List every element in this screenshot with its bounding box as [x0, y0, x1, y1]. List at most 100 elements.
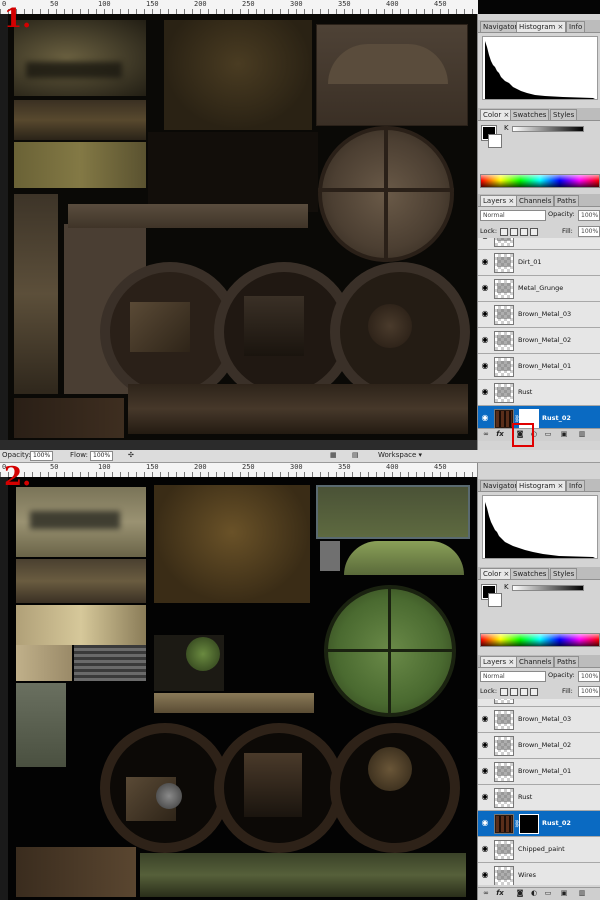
layer-row[interactable]: ◉ Rust — [478, 785, 600, 811]
tab-navigator[interactable]: Navigator — [480, 21, 521, 32]
layer-name: Brown_Metal_02 — [518, 741, 572, 749]
lock-position-button[interactable] — [520, 688, 528, 696]
layer-row-partial[interactable]: ◉ — [478, 699, 600, 707]
tab-info[interactable]: Info — [566, 480, 586, 491]
color-spectrum[interactable] — [480, 174, 600, 188]
tab-styles[interactable]: Styles — [550, 109, 578, 120]
lock-position-button[interactable] — [520, 228, 528, 236]
add-mask-icon[interactable]: ◙ — [516, 890, 524, 897]
layers-footer: ∞ fx ◙ ◐ ▭ ▣ ▥ — [478, 887, 600, 900]
trash-icon[interactable]: ▥ — [578, 431, 586, 438]
lock-all-button[interactable] — [530, 228, 538, 236]
tab-swatches[interactable]: Swatches — [510, 568, 550, 579]
layer-row[interactable]: ◉ Brown_Metal_01 — [478, 759, 600, 785]
k-slider[interactable] — [512, 126, 584, 132]
layer-row[interactable]: ◉ Dirt_01 — [478, 250, 600, 276]
layer-row[interactable]: ◉ Wires — [478, 863, 600, 885]
new-layer-icon[interactable]: ▣ — [560, 890, 568, 897]
tab-histogram[interactable]: Histogram × — [516, 21, 567, 32]
color-spectrum[interactable] — [480, 633, 600, 647]
adjustment-layer-icon[interactable]: ◐ — [530, 890, 538, 897]
histogram-svg — [485, 41, 595, 99]
lock-image-button[interactable] — [510, 228, 518, 236]
lock-transparency-button[interactable] — [500, 228, 508, 236]
eye-icon[interactable]: ◉ — [480, 767, 490, 775]
eye-icon[interactable]: ◉ — [480, 310, 490, 318]
tab-color[interactable]: Color × — [480, 109, 513, 120]
tab-layers[interactable]: Layers × — [480, 656, 518, 667]
fill-field[interactable]: 100% — [578, 686, 600, 697]
fx-icon[interactable]: fx — [496, 431, 504, 438]
airbrush-icon[interactable]: ✣ — [128, 451, 134, 459]
layer-row[interactable]: ◉ Chipped_paint — [478, 837, 600, 863]
screen-mode-icon[interactable]: ▦ — [330, 451, 337, 459]
brush-flow-field[interactable]: 100% — [90, 451, 114, 461]
layer-row[interactable]: ◉ Brown_Metal_02 — [478, 733, 600, 759]
tab-layers[interactable]: Layers × — [480, 195, 518, 206]
eye-icon[interactable]: ◉ — [480, 715, 490, 723]
chain-link-icon[interactable]: ∞ — [482, 431, 490, 438]
eye-icon[interactable]: ◉ — [480, 238, 490, 240]
eye-icon[interactable]: ◉ — [480, 284, 490, 292]
lock-transparency-button[interactable] — [500, 688, 508, 696]
tab-paths[interactable]: Paths — [554, 195, 580, 206]
eye-icon[interactable]: ◉ — [480, 845, 490, 853]
tab-info[interactable]: Info — [566, 21, 586, 32]
layer-row[interactable]: ◉ Brown_Metal_03 — [478, 707, 600, 733]
new-layer-icon[interactable]: ▣ — [560, 431, 568, 438]
layer-row-selected[interactable]: ◉ ⛓ Rust_02 — [478, 811, 600, 837]
fx-icon[interactable]: fx — [496, 890, 504, 897]
eye-icon[interactable]: ◉ — [480, 414, 490, 422]
layer-row[interactable]: ◉ Rust — [478, 380, 600, 406]
opacity-label: Opacity: — [548, 210, 575, 218]
brush-opacity-field[interactable]: 100% — [30, 451, 54, 461]
arrange-icon[interactable]: ▤ — [352, 451, 359, 459]
background-color-swatch[interactable] — [488, 134, 502, 148]
eye-icon[interactable]: ◉ — [480, 741, 490, 749]
eye-icon[interactable]: ◉ — [480, 336, 490, 344]
eye-icon[interactable]: ◉ — [480, 871, 490, 879]
texture-strip — [140, 853, 466, 897]
eye-icon[interactable]: ◉ — [480, 793, 490, 801]
eye-icon[interactable]: ◉ — [480, 388, 490, 396]
layer-row[interactable]: ◉ Metal_Grunge — [478, 276, 600, 302]
eye-icon[interactable]: ◉ — [480, 362, 490, 370]
layer-row[interactable]: ◉ Brown_Metal_01 — [478, 354, 600, 380]
tab-navigator[interactable]: Navigator — [480, 480, 521, 491]
trash-icon[interactable]: ▥ — [578, 890, 586, 897]
layer-thumbnail — [494, 736, 514, 756]
blend-mode-dropdown[interactable]: Normal — [480, 210, 546, 221]
tab-styles[interactable]: Styles — [550, 568, 578, 579]
layer-mask-thumbnail[interactable] — [519, 814, 539, 834]
tab-channels[interactable]: Channels — [516, 656, 555, 667]
folder-icon[interactable]: ▭ — [544, 431, 552, 438]
k-slider[interactable] — [512, 585, 584, 591]
tab-histogram[interactable]: Histogram × — [516, 480, 567, 491]
tab-channels[interactable]: Channels — [516, 195, 555, 206]
opacity-field[interactable]: 100% — [578, 671, 600, 682]
blend-mode-dropdown[interactable]: Normal — [480, 671, 546, 682]
tab-color[interactable]: Color × — [480, 568, 513, 579]
layer-row-partial[interactable]: ◉ — [478, 238, 600, 250]
layers-footer: ∞ fx ◙ ◐ ▭ ▣ ▥ — [478, 428, 600, 441]
chain-link-icon[interactable]: ∞ — [482, 890, 490, 897]
layer-row-selected[interactable]: ◉ ⛓ Rust_02 — [478, 406, 600, 428]
document-canvas[interactable] — [8, 14, 478, 440]
workspace-menu[interactable]: Workspace ▾ — [378, 451, 422, 459]
fill-field[interactable]: 100% — [578, 226, 600, 237]
layer-row[interactable]: ◉ Brown_Metal_02 — [478, 328, 600, 354]
tab-paths[interactable]: Paths — [554, 656, 580, 667]
document-canvas[interactable] — [8, 477, 478, 900]
tab-swatches[interactable]: Swatches — [510, 109, 550, 120]
ruler-labels: 0 50 100 150 200 250 300 350 400 450 — [0, 0, 478, 9]
background-color-swatch[interactable] — [488, 593, 502, 607]
eye-icon[interactable]: ◉ — [480, 819, 490, 827]
lock-image-button[interactable] — [510, 688, 518, 696]
folder-icon[interactable]: ▭ — [544, 890, 552, 897]
layer-name: Brown_Metal_01 — [518, 767, 572, 775]
layer-row[interactable]: ◉ Brown_Metal_03 — [478, 302, 600, 328]
layer-thumbnail — [494, 305, 514, 325]
opacity-field[interactable]: 100% — [578, 210, 600, 221]
lock-all-button[interactable] — [530, 688, 538, 696]
eye-icon[interactable]: ◉ — [480, 258, 490, 266]
